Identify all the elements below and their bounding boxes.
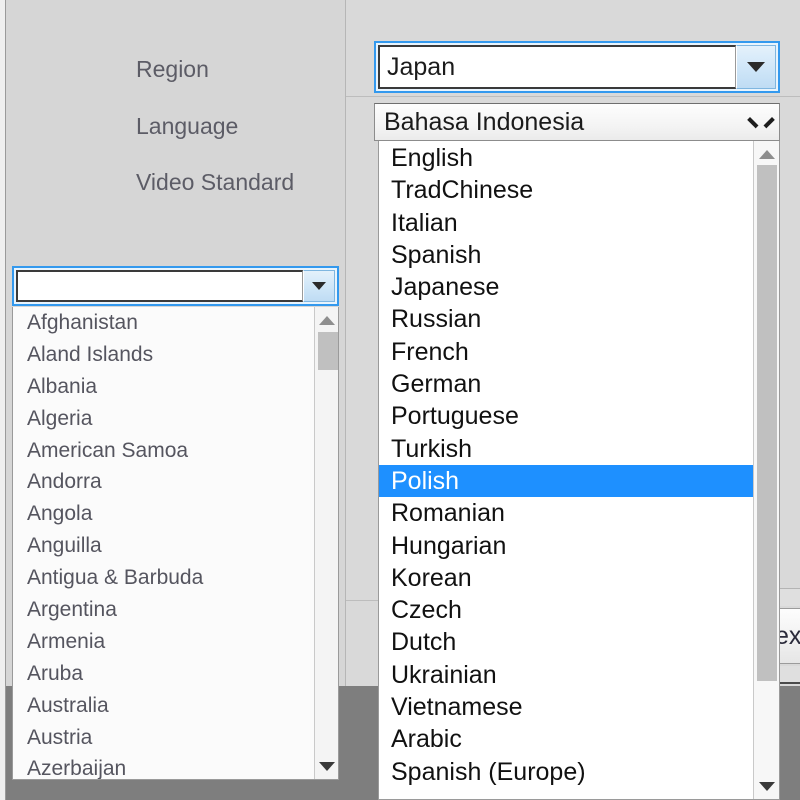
language-option-12[interactable]: Hungarian [379,530,753,562]
language-option-7[interactable]: German [379,368,753,400]
country-scrollbar-thumb[interactable] [318,332,338,370]
triangle-down-icon [747,62,765,72]
language-option-16[interactable]: Ukrainian [379,659,753,691]
language-option-17[interactable]: Vietnamese [379,691,753,723]
scroll-down-arrow-icon[interactable] [754,775,779,797]
language-option-19[interactable]: Spanish (Europe) [379,756,753,788]
language-option-11[interactable]: Romanian [379,497,753,529]
region-dropdown-button[interactable] [736,45,776,89]
language-option-18[interactable]: Arabic [379,723,753,755]
country-option-4[interactable]: American Samoa [13,435,314,467]
language-option-8[interactable]: Portuguese [379,400,753,432]
language-scrollbar-thumb[interactable] [757,165,777,681]
language-option-10[interactable]: Polish [379,465,753,497]
language-option-13[interactable]: Korean [379,562,753,594]
country-option-6[interactable]: Angola [13,498,314,530]
triangle-down-icon [312,282,326,290]
country-option-12[interactable]: Australia [13,690,314,722]
country-input[interactable] [16,270,303,302]
country-option-3[interactable]: Algeria [13,403,314,435]
scroll-down-arrow-icon[interactable] [315,755,338,777]
label-video-standard: Video Standard [136,169,294,196]
country-option-14[interactable]: Azerbaijan [13,753,314,779]
region-input[interactable]: Japan [378,45,736,89]
country-dropdown-button[interactable] [303,270,335,302]
language-options-listbox[interactable]: EnglishTradChineseItalianSpanishJapanese… [378,141,780,800]
country-option-2[interactable]: Albania [13,371,314,403]
country-option-1[interactable]: Aland Islands [13,339,314,371]
country-option-9[interactable]: Argentina [13,594,314,626]
chevron-down-icon [751,116,771,128]
language-option-3[interactable]: Spanish [379,239,753,271]
scroll-up-arrow-icon[interactable] [315,309,338,331]
language-option-14[interactable]: Czech [379,594,753,626]
country-option-8[interactable]: Antigua & Barbuda [13,562,314,594]
country-options-list[interactable]: AfghanistanAland IslandsAlbaniaAlgeriaAm… [13,307,314,779]
language-option-6[interactable]: French [379,336,753,368]
language-select[interactable]: Bahasa Indonesia [374,103,780,141]
country-options-listbox[interactable]: AfghanistanAland IslandsAlbaniaAlgeriaAm… [12,307,339,780]
language-options-list[interactable]: EnglishTradChineseItalianSpanishJapanese… [379,141,753,799]
language-option-1[interactable]: TradChinese [379,174,753,206]
language-option-15[interactable]: Dutch [379,626,753,658]
scroll-up-arrow-icon[interactable] [754,143,779,165]
language-selected-value: Bahasa Indonesia [384,108,751,137]
country-option-13[interactable]: Austria [13,722,314,754]
country-option-5[interactable]: Andorra [13,466,314,498]
label-language: Language [136,113,238,140]
country-option-0[interactable]: Afghanistan [13,307,314,339]
language-list-scrollbar[interactable] [753,141,779,799]
country-combobox[interactable] [12,266,339,306]
region-combobox[interactable]: Japan [374,41,780,93]
country-option-10[interactable]: Armenia [13,626,314,658]
label-region: Region [136,56,209,83]
language-option-0[interactable]: English [379,142,753,174]
country-list-scrollbar[interactable] [314,307,338,779]
screen-root: ex Region Language Video Standard Japan … [0,0,800,800]
card-divider-top [346,96,800,97]
language-option-4[interactable]: Japanese [379,271,753,303]
country-option-7[interactable]: Anguilla [13,530,314,562]
language-option-5[interactable]: Russian [379,303,753,335]
language-option-9[interactable]: Turkish [379,433,753,465]
language-option-2[interactable]: Italian [379,207,753,239]
country-option-11[interactable]: Aruba [13,658,314,690]
